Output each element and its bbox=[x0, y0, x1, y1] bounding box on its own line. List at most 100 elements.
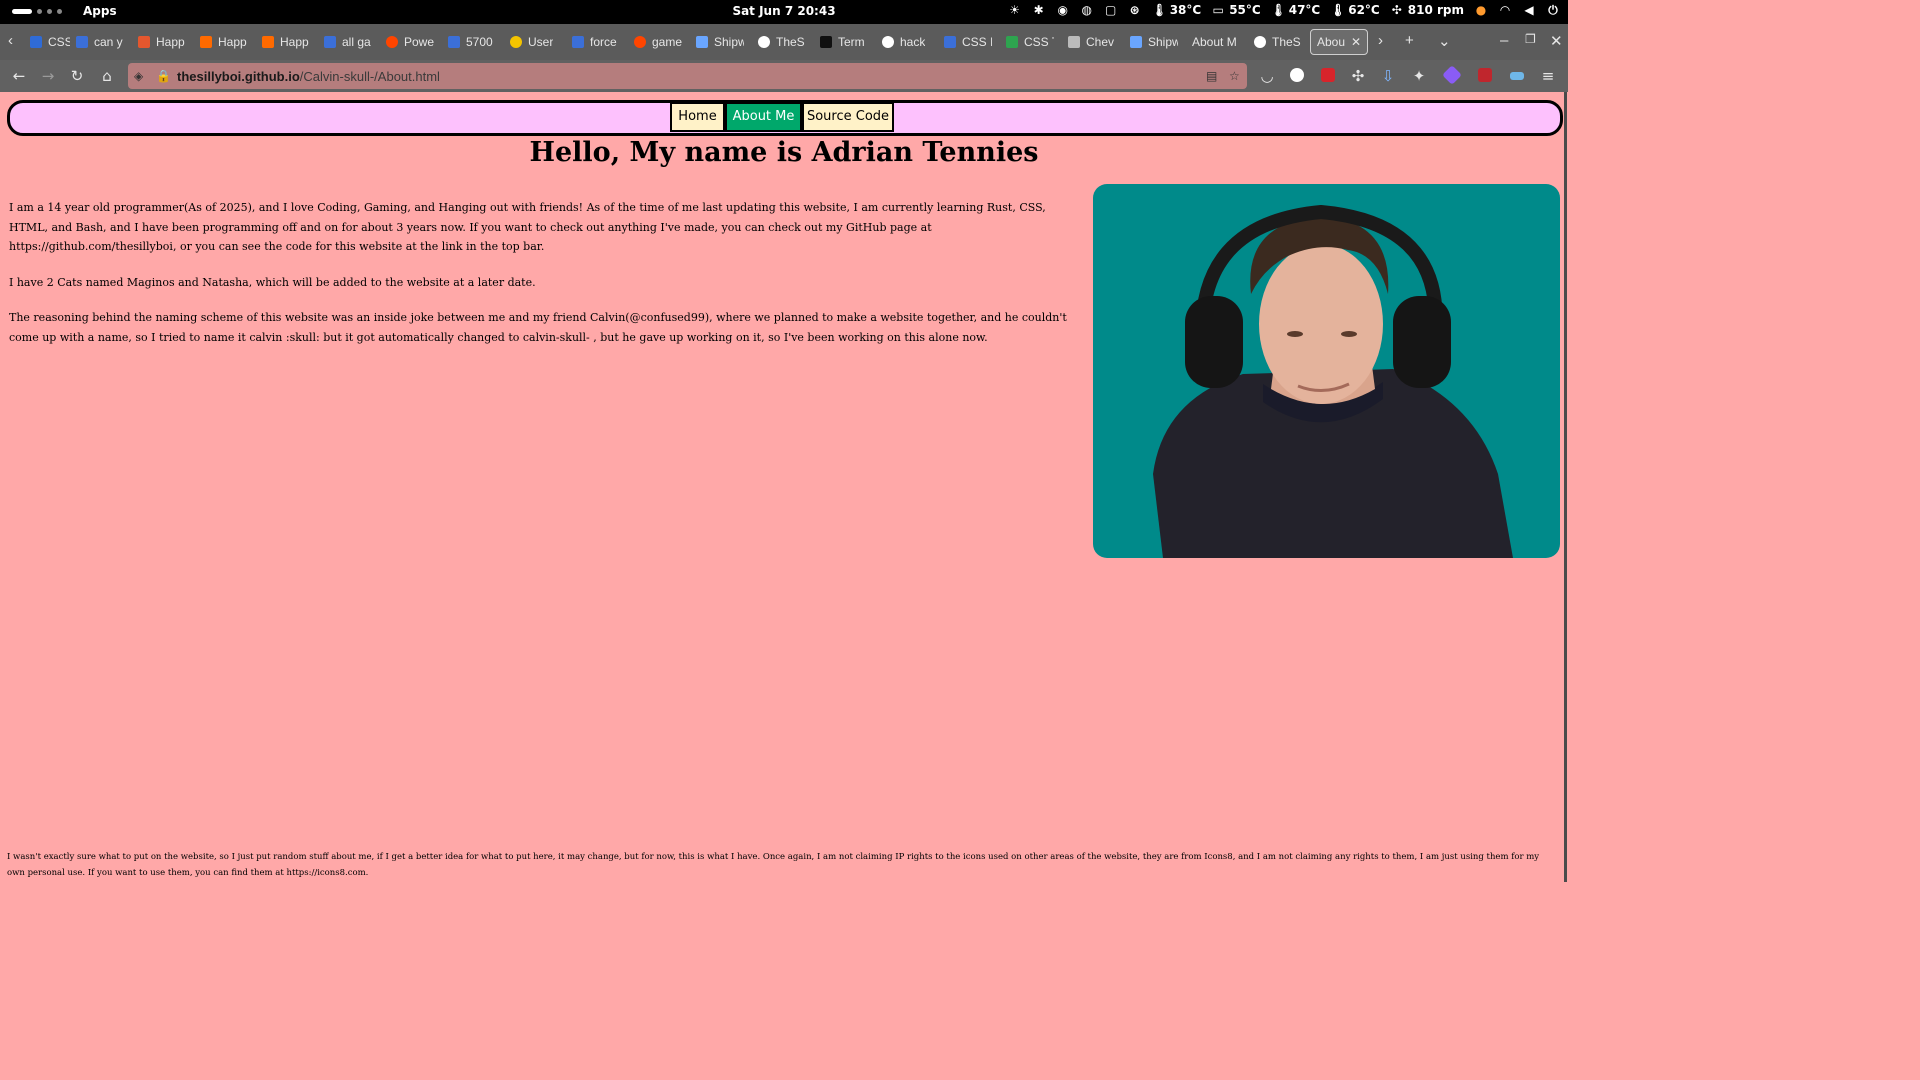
restore-icon[interactable]: ❐ bbox=[1525, 32, 1536, 46]
tab[interactable]: CSS E bbox=[30, 29, 70, 55]
apps-button[interactable]: Apps bbox=[83, 4, 117, 18]
wifi-icon[interactable]: ◠ bbox=[1498, 3, 1512, 17]
tab[interactable]: TheS bbox=[1254, 29, 1302, 55]
steam-icon[interactable]: ◍ bbox=[1080, 3, 1094, 17]
tab[interactable]: Happ bbox=[262, 29, 310, 55]
tab[interactable]: game bbox=[634, 29, 682, 55]
power-icon[interactable]: ⏻ bbox=[1546, 3, 1560, 17]
menu-hamburger-icon[interactable]: ≡ bbox=[1539, 67, 1557, 85]
pocket-icon[interactable]: ◡ bbox=[1258, 67, 1276, 85]
tab-scroll-right-icon[interactable]: › bbox=[1378, 32, 1383, 49]
tab[interactable]: User bbox=[510, 29, 558, 55]
css-icon bbox=[76, 36, 88, 48]
tab-label: can y bbox=[94, 35, 123, 49]
tab[interactable]: hack bbox=[882, 29, 930, 55]
nav-home-link[interactable]: Home bbox=[670, 102, 725, 132]
close-tab-icon[interactable]: ✕ bbox=[1351, 35, 1361, 49]
reload-icon[interactable]: ↻ bbox=[68, 67, 86, 85]
drive-temp-stat[interactable]: ▭ 55°C bbox=[1211, 3, 1261, 17]
slack-icon[interactable]: ✱ bbox=[1032, 3, 1046, 17]
nav-source-code-link[interactable]: Source Code bbox=[802, 102, 894, 132]
board-temp-stat[interactable]: 🌡 62°C bbox=[1330, 3, 1380, 17]
workspace-dot[interactable] bbox=[47, 9, 52, 14]
heart-icon bbox=[138, 36, 150, 48]
lock-icon[interactable]: 🔒 bbox=[156, 69, 171, 83]
tab-strip: ‹ CSS E can y Happ Happ Happ all ga Powe 5700 Us… bbox=[0, 24, 1568, 60]
tab-label: About M bbox=[1192, 35, 1237, 49]
reader-view-icon[interactable]: ▤ bbox=[1206, 69, 1217, 83]
ship-icon bbox=[1130, 36, 1142, 48]
brightness-icon[interactable]: ☀ bbox=[1008, 3, 1022, 17]
page-scrollbar[interactable] bbox=[1564, 92, 1567, 882]
tab-label: Powe bbox=[404, 35, 434, 49]
tab-label: User bbox=[528, 35, 554, 49]
ship-icon bbox=[696, 36, 708, 48]
gpu-temp-stat[interactable]: 🌡 47°C bbox=[1271, 3, 1321, 17]
ublock-icon[interactable] bbox=[1478, 68, 1492, 82]
cpu-temp-stat[interactable]: 🌡 38°C bbox=[1152, 3, 1202, 17]
tab-label: CSS E bbox=[48, 35, 70, 49]
fan-speed-stat[interactable]: ✣ 810 rpm bbox=[1390, 3, 1464, 17]
github-icon bbox=[882, 36, 894, 48]
tab[interactable]: CSS T bbox=[1006, 29, 1054, 55]
new-tab-icon[interactable]: + bbox=[1405, 32, 1414, 49]
home-icon[interactable]: ⌂ bbox=[98, 67, 116, 85]
tab[interactable]: Shipw bbox=[1130, 29, 1178, 55]
tab-active[interactable]: About ✕ bbox=[1310, 29, 1368, 55]
back-icon[interactable]: ← bbox=[10, 67, 28, 85]
close-window-icon[interactable]: ✕ bbox=[1550, 32, 1563, 50]
url-text[interactable]: thesillyboi.github.io/Calvin-skull-/Abou… bbox=[177, 69, 440, 84]
thermometer-icon: 🌡 bbox=[1270, 3, 1286, 17]
css-icon bbox=[324, 36, 336, 48]
tab[interactable]: TheS bbox=[758, 29, 806, 55]
minimize-icon[interactable]: – bbox=[1500, 32, 1508, 49]
extension-1-icon[interactable] bbox=[1290, 68, 1304, 82]
workspace-indicator[interactable] bbox=[12, 9, 62, 14]
tab-list-chevron-down-icon[interactable]: ⌄ bbox=[1438, 32, 1451, 50]
workspace-dot-active[interactable] bbox=[12, 9, 32, 14]
tab[interactable]: Chev bbox=[1068, 29, 1116, 55]
terminal-icon bbox=[820, 36, 832, 48]
extension-2-icon[interactable] bbox=[1321, 68, 1335, 82]
downloads-icon[interactable]: ⇩ bbox=[1379, 67, 1397, 85]
tab[interactable]: Powe bbox=[386, 29, 434, 55]
tab[interactable]: Shipw bbox=[696, 29, 744, 55]
reddit-icon bbox=[634, 36, 646, 48]
address-bar[interactable]: ◈ 🔒 thesillyboi.github.io/Calvin-skull-/… bbox=[128, 63, 1247, 89]
microphone-icon[interactable]: ● bbox=[1474, 3, 1488, 17]
workspace-dot[interactable] bbox=[57, 9, 62, 14]
profile-photo bbox=[1093, 184, 1560, 558]
bookmark-star-icon[interactable]: ☆ bbox=[1229, 69, 1240, 83]
about-content: I am a 14 year old programmer(As of 2025… bbox=[9, 198, 1084, 363]
tab[interactable]: Term bbox=[820, 29, 868, 55]
workspace-dot[interactable] bbox=[37, 9, 42, 14]
forward-icon[interactable]: → bbox=[39, 67, 57, 85]
tab[interactable]: About M bbox=[1192, 29, 1244, 55]
discord-icon[interactable]: ◉ bbox=[1056, 3, 1070, 17]
volume-icon[interactable]: ◀ bbox=[1522, 3, 1536, 17]
tab-label: hack bbox=[900, 35, 926, 49]
clipboard-icon[interactable]: ▢ bbox=[1104, 3, 1118, 17]
tab[interactable]: all ga bbox=[324, 29, 372, 55]
reddit-icon bbox=[386, 36, 398, 48]
tab[interactable]: 5700 bbox=[448, 29, 496, 55]
gpu-temp: 47°C bbox=[1288, 3, 1321, 17]
extension-5-icon[interactable] bbox=[1510, 72, 1524, 80]
nav-about-me-link[interactable]: About Me bbox=[725, 102, 802, 132]
tab-label: Term bbox=[838, 35, 865, 49]
extension-3-icon[interactable]: ✦ bbox=[1410, 67, 1428, 85]
tab[interactable]: force bbox=[572, 29, 620, 55]
tab[interactable]: Happ bbox=[200, 29, 248, 55]
extension-4-icon[interactable] bbox=[1442, 65, 1462, 85]
page-title: Hello, My name is Adrian Tennies bbox=[529, 137, 1039, 168]
extension-icon[interactable]: ⊛ bbox=[1128, 3, 1142, 17]
tab[interactable]: Happ bbox=[138, 29, 186, 55]
github-icon bbox=[758, 36, 770, 48]
tab-scroll-left-icon[interactable]: ‹ bbox=[8, 32, 13, 49]
shield-icon[interactable]: ◈ bbox=[134, 69, 143, 83]
tab[interactable]: CSS I bbox=[944, 29, 992, 55]
tab[interactable]: can y bbox=[76, 29, 124, 55]
board-temp: 62°C bbox=[1348, 3, 1380, 17]
extensions-puzzle-icon[interactable]: ✣ bbox=[1349, 67, 1367, 85]
url-path: /Calvin-skull-/About.html bbox=[299, 69, 440, 84]
